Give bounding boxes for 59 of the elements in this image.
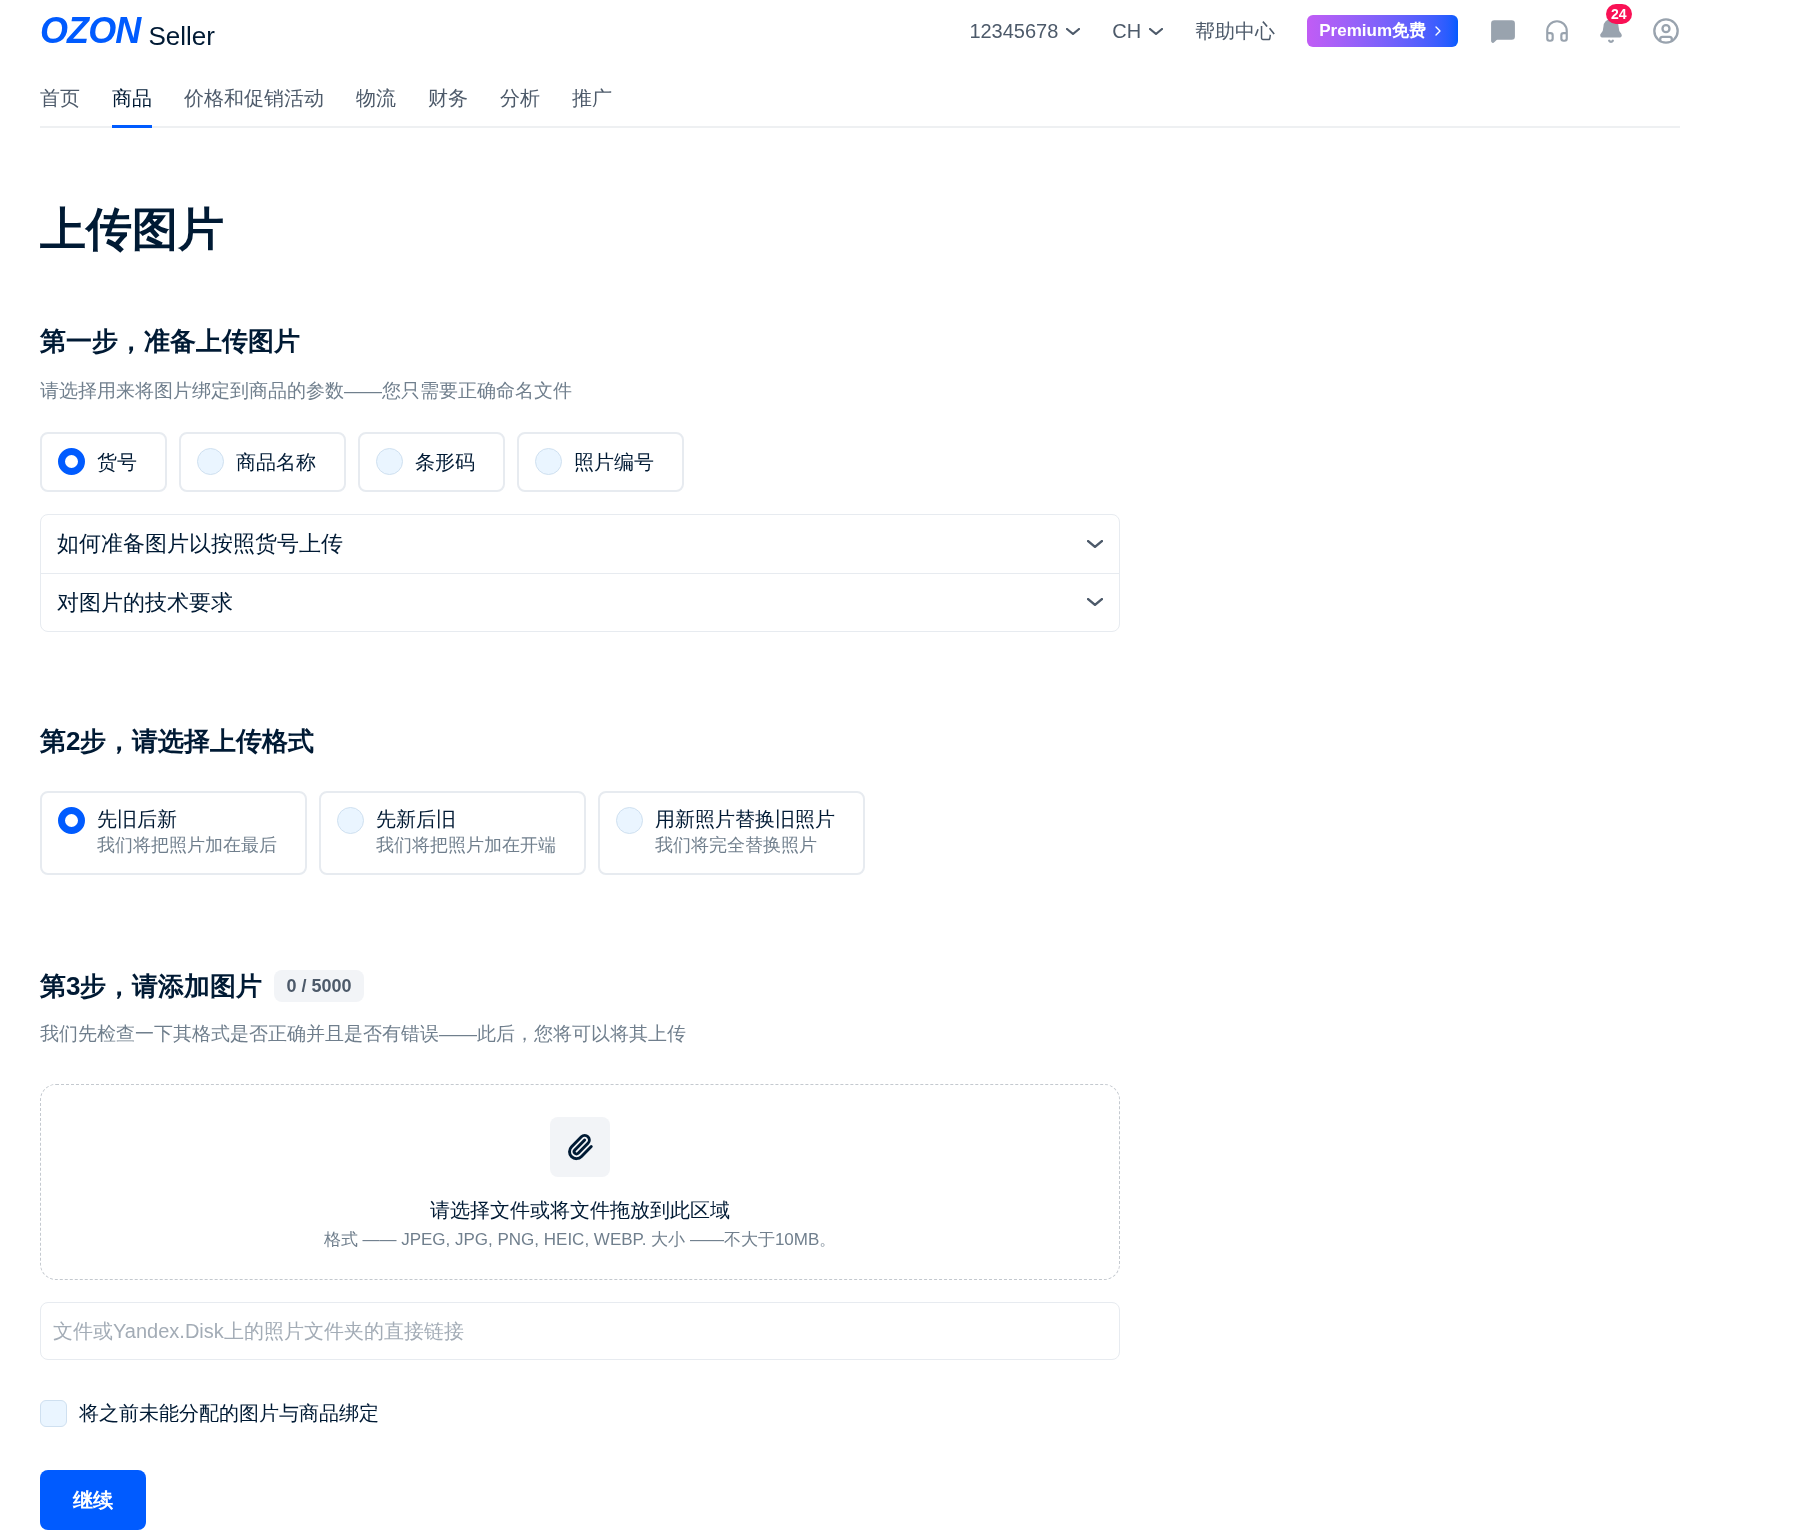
- radio-option[interactable]: 商品名称: [179, 431, 346, 492]
- section-heading: 第2步，请选择上传格式: [40, 724, 316, 758]
- account-dropdown[interactable]: 12345678: [969, 16, 1081, 46]
- section-description: 请选择用来将图片绑定到商品的参数——您只需要正确命名文件: [40, 379, 573, 403]
- option-label: 照片编号: [574, 449, 654, 475]
- radio-button[interactable]: [58, 806, 85, 834]
- nav-tab[interactable]: 分析: [500, 83, 540, 128]
- nav-tab[interactable]: 商品: [112, 83, 152, 128]
- chevron-icon: [1087, 598, 1103, 606]
- attach-button[interactable]: [550, 1117, 610, 1177]
- option-description: 我们将把照片加在开端: [376, 833, 556, 857]
- option-description: 我们将完全替换照片: [655, 833, 818, 857]
- section-heading: 第3步，请添加图片: [40, 969, 263, 1003]
- logo[interactable]: OZON: [40, 13, 141, 49]
- chevron-icon: [1066, 27, 1081, 35]
- nav-tab[interactable]: 物流: [356, 83, 396, 128]
- accordion-header[interactable]: 如何准备图片以按照货号上传: [41, 514, 1119, 573]
- continue-button[interactable]: 继续: [40, 1470, 146, 1530]
- option-label: 商品名称: [236, 449, 316, 475]
- headset-icon[interactable]: [1544, 18, 1570, 44]
- option-label: 货号: [97, 449, 137, 475]
- bell-icon[interactable]: [1598, 18, 1624, 44]
- counter-badge: 0 / 5000: [274, 970, 364, 1002]
- file-dropzone[interactable]: 请选择文件或将文件拖放到此区域 格式 —— JPEG, JPG, PNG, HEIC, WEBP. 大小 ——不大于10MB。: [40, 1084, 1120, 1280]
- radio-option[interactable]: 先新后旧 我们将把照片加在开端: [319, 790, 586, 875]
- option-label: 条形码: [415, 449, 475, 475]
- nav-tab[interactable]: 推广: [572, 83, 612, 128]
- chevron-icon: [1087, 539, 1103, 548]
- link-input-field[interactable]: 文件或Yandex.Disk上的照片文件夹的直接链接: [40, 1302, 1120, 1360]
- chat-icon[interactable]: [1490, 18, 1516, 44]
- radio-button[interactable]: [58, 448, 85, 475]
- notification-badge: 24: [1606, 4, 1632, 24]
- radio-option[interactable]: 照片编号: [517, 431, 684, 492]
- user-icon[interactable]: [1652, 17, 1680, 45]
- checkbox[interactable]: [40, 1399, 67, 1427]
- logo-suffix: Seller: [148, 23, 215, 49]
- option-title: 先新后旧: [376, 806, 457, 831]
- language-dropdown[interactable]: CH: [1112, 16, 1164, 46]
- section-heading: 第一步，准备上传图片: [40, 325, 301, 358]
- option-title: 先旧后新: [97, 806, 178, 831]
- nav-tab[interactable]: 首页: [40, 83, 80, 128]
- radio-option[interactable]: 货号: [40, 431, 167, 492]
- option-description: 我们将把照片加在最后: [97, 833, 277, 857]
- nav-tab[interactable]: 价格和促销活动: [184, 83, 324, 128]
- radio-option[interactable]: 用新照片替换旧照片 我们将完全替换照片: [598, 790, 865, 875]
- page-title: 上传图片: [40, 206, 225, 252]
- dropzone-title: 请选择文件或将文件拖放到此区域: [430, 1198, 730, 1223]
- section-description: 我们先检查一下其格式是否正确并且是否有错误——此后，您将可以将其上传: [40, 1021, 687, 1046]
- chevron-icon: [1149, 27, 1164, 35]
- radio-option[interactable]: 条形码: [358, 431, 505, 492]
- nav-tab[interactable]: 财务: [428, 83, 468, 128]
- radio-option[interactable]: 先旧后新 我们将把照片加在最后: [40, 790, 307, 875]
- dropzone-hint: 格式 —— JPEG, JPG, PNG, HEIC, WEBP. 大小 ——不大于10MB。: [323, 1229, 837, 1251]
- checkbox-label: 将之前未能分配的图片与商品绑定: [79, 1401, 379, 1426]
- accordion-header[interactable]: 对图片的技术要求: [41, 572, 1119, 631]
- option-title: 用新照片替换旧照片: [655, 806, 835, 831]
- help-link[interactable]: 帮助中心: [1195, 16, 1276, 46]
- premium-button[interactable]: Premium免费: [1307, 15, 1458, 47]
- paperclip-icon: [566, 1133, 594, 1161]
